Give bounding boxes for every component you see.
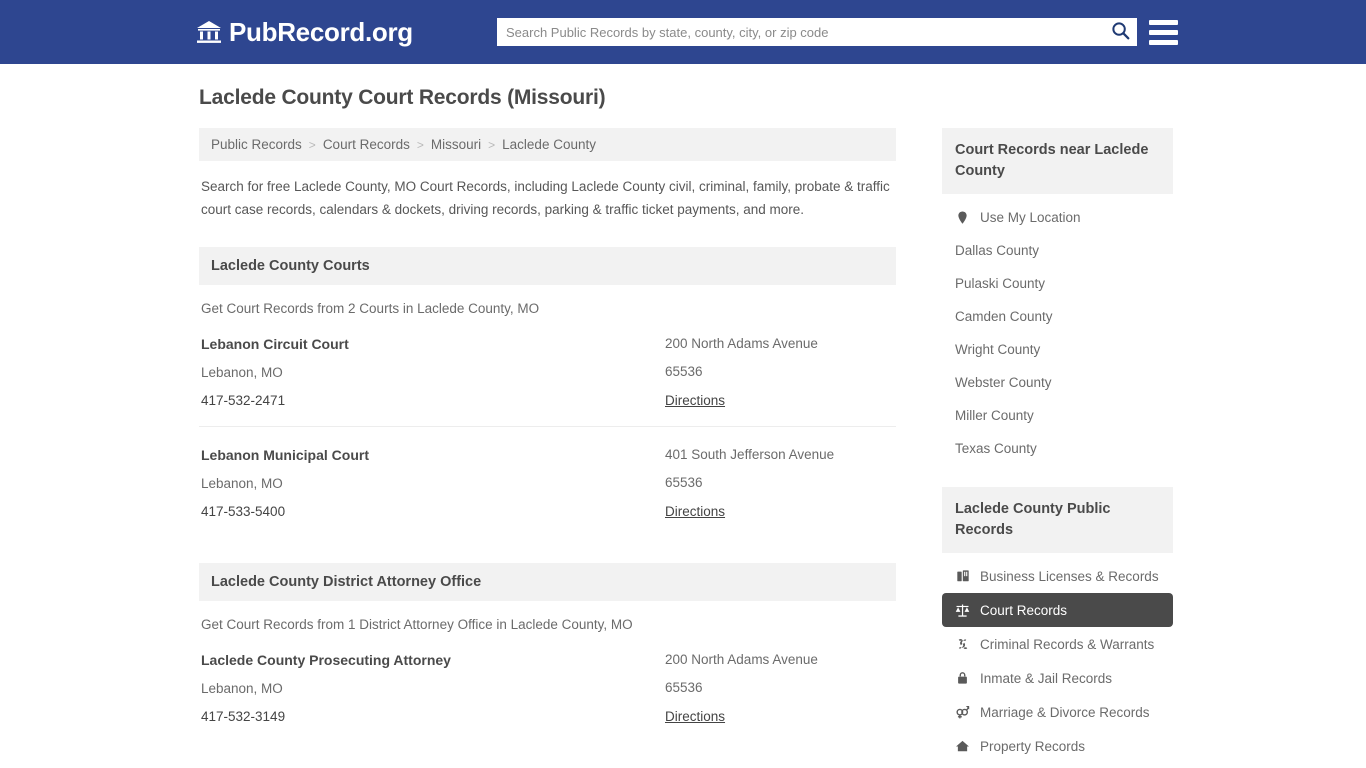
office-address: 200 North Adams Avenue bbox=[665, 652, 818, 668]
table-row: Laclede County Prosecuting Attorney Leba… bbox=[199, 632, 896, 742]
sidebar-item-dallas-county[interactable]: Dallas County bbox=[942, 234, 1173, 267]
sidebar-item-label: Wright County bbox=[954, 342, 1041, 358]
hamburger-bar bbox=[1149, 39, 1178, 45]
sidebar-panel-heading: Laclede County Public Records bbox=[941, 487, 1173, 554]
sidebar-item-court-records[interactable]: Court Records bbox=[941, 593, 1173, 628]
office-zip: 65536 bbox=[665, 680, 703, 696]
site-header: PubRecord.org bbox=[0, 0, 1366, 64]
directions-link[interactable]: Directions bbox=[665, 504, 725, 519]
sidebar-item-use-my-location[interactable]: Use My Location bbox=[942, 200, 1173, 234]
hamburger-menu-icon[interactable] bbox=[1149, 18, 1178, 46]
section-subtitle: Get Court Records from 1 District Attorn… bbox=[201, 617, 633, 633]
handcuffs-icon bbox=[955, 636, 971, 652]
breadcrumb-item-laclede-county[interactable]: Laclede County bbox=[502, 137, 596, 152]
sidebar-item-pulaski-county[interactable]: Pulaski County bbox=[942, 267, 1173, 300]
sidebar-item-label: Webster County bbox=[954, 375, 1052, 391]
section-laclede-county-courts: Laclede County Courts Get Court Records … bbox=[199, 247, 896, 537]
sidebar-item-webster-county[interactable]: Webster County bbox=[942, 366, 1173, 399]
sidebar-item-business-licenses[interactable]: Business Licenses & Records bbox=[942, 559, 1173, 593]
sidebar-item-label: Camden County bbox=[954, 309, 1053, 325]
sidebar-item-inmate-jail-records[interactable]: Inmate & Jail Records bbox=[942, 661, 1173, 695]
sidebar-item-label: Pulaski County bbox=[954, 276, 1046, 292]
court-phone: 417-533-5400 bbox=[201, 504, 286, 520]
entry-address: 401 South Jefferson Avenue 65536 Directi… bbox=[665, 447, 894, 521]
court-address: 200 North Adams Avenue bbox=[665, 336, 818, 352]
sidebar-item-label: Criminal Records & Warrants bbox=[979, 636, 1155, 652]
sidebar-nearby-list: Use My Location Dallas County Pulaski Co… bbox=[942, 194, 1173, 465]
search-button[interactable] bbox=[1103, 18, 1137, 46]
sidebar-item-label: Dallas County bbox=[954, 243, 1040, 259]
breadcrumb: Public Records > Court Records > Missour… bbox=[199, 128, 896, 161]
section-heading: Laclede County Courts bbox=[199, 247, 896, 286]
sidebar-panel-nearby-court-records: Court Records near Laclede County Use My… bbox=[941, 128, 1173, 465]
sidebar-panel-heading: Court Records near Laclede County bbox=[941, 128, 1173, 195]
entry-details: Lebanon Municipal Court Lebanon, MO 417-… bbox=[201, 447, 665, 521]
sidebar-item-wright-county[interactable]: Wright County bbox=[942, 333, 1173, 366]
page-title: Laclede County Court Records (Missouri) bbox=[199, 86, 606, 109]
sidebar-item-miller-county[interactable]: Miller County bbox=[942, 399, 1173, 432]
office-city-state: Lebanon, MO bbox=[201, 681, 283, 697]
breadcrumb-item-missouri[interactable]: Missouri bbox=[431, 137, 481, 152]
breadcrumb-item-public-records[interactable]: Public Records bbox=[211, 137, 302, 152]
sidebar-item-label: Inmate & Jail Records bbox=[979, 670, 1113, 686]
section-subtitle: Get Court Records from 2 Courts in Lacle… bbox=[201, 301, 540, 317]
scales-icon bbox=[955, 602, 971, 618]
court-city-state: Lebanon, MO bbox=[201, 476, 283, 492]
lock-icon bbox=[955, 670, 971, 686]
court-name: Lebanon Circuit Court bbox=[201, 336, 349, 353]
breadcrumb-item-court-records[interactable]: Court Records bbox=[323, 137, 410, 152]
sidebar: Court Records near Laclede County Use My… bbox=[941, 128, 1173, 768]
sidebar-item-texas-county[interactable]: Texas County bbox=[942, 432, 1173, 465]
breadcrumb-separator: > bbox=[416, 137, 424, 152]
sidebar-item-label: Use My Location bbox=[979, 209, 1081, 225]
site-logo[interactable]: PubRecord.org bbox=[196, 17, 413, 48]
section-heading: Laclede County District Attorney Office bbox=[199, 563, 896, 602]
court-zip: 65536 bbox=[665, 364, 703, 380]
house-icon bbox=[955, 738, 971, 754]
court-name: Lebanon Municipal Court bbox=[201, 447, 369, 464]
entry-details: Laclede County Prosecuting Attorney Leba… bbox=[201, 652, 665, 726]
search-input[interactable] bbox=[497, 19, 1103, 45]
page-body: Laclede County Court Records (Missouri) … bbox=[0, 64, 1366, 768]
table-row: Lebanon Municipal Court Lebanon, MO 417-… bbox=[199, 427, 896, 537]
entry-address: 200 North Adams Avenue 65536 Directions bbox=[665, 336, 894, 410]
sidebar-item-label: Miller County bbox=[954, 408, 1034, 424]
hamburger-bar bbox=[1149, 19, 1178, 25]
court-address: 401 South Jefferson Avenue bbox=[665, 447, 835, 463]
sidebar-item-label: Marriage & Divorce Records bbox=[979, 704, 1150, 720]
venus-mars-icon bbox=[955, 704, 971, 720]
section-district-attorney-office: Laclede County District Attorney Office … bbox=[199, 563, 896, 742]
court-phone: 417-532-2471 bbox=[201, 393, 286, 409]
sidebar-item-label: Texas County bbox=[954, 441, 1037, 457]
sidebar-public-records-list: Business Licenses & Records Court Record… bbox=[941, 553, 1173, 763]
breadcrumb-separator: > bbox=[308, 137, 316, 152]
court-city-state: Lebanon, MO bbox=[201, 365, 283, 381]
main-content: Public Records > Court Records > Missour… bbox=[199, 128, 896, 768]
briefcase-icon bbox=[955, 568, 971, 584]
office-name: Laclede County Prosecuting Attorney bbox=[201, 652, 451, 669]
table-row: Lebanon Circuit Court Lebanon, MO 417-53… bbox=[199, 316, 896, 428]
directions-link[interactable]: Directions bbox=[665, 393, 725, 408]
hamburger-bar bbox=[1149, 29, 1178, 35]
map-pin-icon bbox=[955, 209, 971, 225]
sidebar-item-criminal-records[interactable]: Criminal Records & Warrants bbox=[942, 627, 1173, 661]
sidebar-item-label: Court Records bbox=[979, 602, 1068, 618]
search-bar bbox=[497, 18, 1137, 46]
sidebar-item-camden-county[interactable]: Camden County bbox=[942, 300, 1173, 333]
sidebar-item-marriage-divorce-records[interactable]: Marriage & Divorce Records bbox=[942, 695, 1173, 729]
entry-address: 200 North Adams Avenue 65536 Directions bbox=[665, 652, 894, 726]
directions-link[interactable]: Directions bbox=[665, 709, 725, 724]
sidebar-item-label: Business Licenses & Records bbox=[979, 568, 1159, 584]
court-zip: 65536 bbox=[665, 475, 703, 491]
search-icon bbox=[1111, 21, 1130, 43]
page-intro-text: Search for free Laclede County, MO Court… bbox=[201, 179, 890, 218]
entry-details: Lebanon Circuit Court Lebanon, MO 417-53… bbox=[201, 336, 665, 410]
sidebar-item-property-records[interactable]: Property Records bbox=[942, 729, 1173, 763]
logo-text: PubRecord.org bbox=[229, 16, 413, 47]
sidebar-item-label: Property Records bbox=[979, 738, 1086, 754]
office-phone: 417-532-3149 bbox=[201, 709, 286, 725]
sidebar-panel-public-records: Laclede County Public Records Business L… bbox=[941, 487, 1173, 763]
breadcrumb-separator: > bbox=[488, 137, 496, 152]
bank-building-icon bbox=[196, 20, 222, 44]
